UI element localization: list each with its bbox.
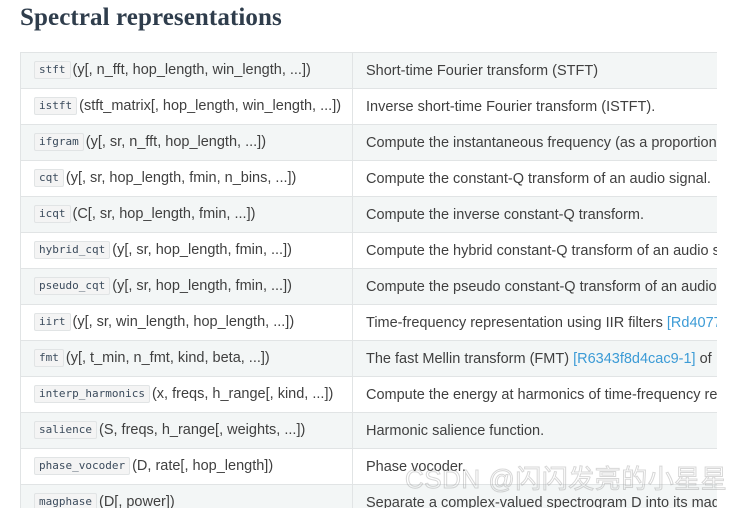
function-table-container: stft (y[, n_fft, hop_length, win_length, … xyxy=(20,52,717,508)
function-name-link[interactable]: hybrid_cqt xyxy=(34,241,111,260)
function-name-link[interactable]: stft xyxy=(34,61,71,80)
description-text: Compute the hybrid constant-Q transform … xyxy=(366,242,717,259)
function-signature-cell: hybrid_cqt (y[, sr, hop_length, fmin, ...… xyxy=(20,232,353,269)
table-row[interactable]: iirt (y[, sr, win_length, hop_length, ...… xyxy=(20,304,717,341)
function-description-cell: Compute the energy at harmonics of time-… xyxy=(352,376,717,413)
function-name-link[interactable]: icqt xyxy=(34,205,71,224)
function-arguments: (stft_matrix[, hop_length, win_length, .… xyxy=(79,98,342,115)
table-row[interactable]: cqt (y[, sr, hop_length, fmin, n_bins, ..… xyxy=(20,160,717,197)
citation-link[interactable]: [R6343f8d4cac9-1] xyxy=(573,351,696,367)
function-description-cell: Compute the pseudo constant-Q transform … xyxy=(352,268,717,305)
table-row[interactable]: phase_vocoder (D, rate[, hop_length]) Phas… xyxy=(20,448,717,485)
function-signature-cell: interp_harmonics (x, freqs, h_range[, kin… xyxy=(20,376,353,413)
description-text: Compute the pseudo constant-Q transform … xyxy=(366,278,717,295)
function-arguments: (x, freqs, h_range[, kind, ...]) xyxy=(151,386,334,403)
function-arguments: (y[, sr, hop_length, fmin, ...]) xyxy=(112,278,292,295)
description-text: Separate a complex-valued spectrogram D … xyxy=(366,494,717,508)
function-signature-cell: pseudo_cqt (y[, sr, hop_length, fmin, ...… xyxy=(20,268,353,305)
function-arguments: (y[, n_fft, hop_length, win_length, ...]… xyxy=(72,62,311,79)
description-text: Inverse short-time Fourier transform (IS… xyxy=(366,98,656,115)
table-row[interactable]: stft (y[, n_fft, hop_length, win_length, … xyxy=(20,52,717,89)
table-row[interactable]: fmt (y[, t_min, n_fmt, kind, beta, ...]) T… xyxy=(20,340,717,377)
function-description-cell: Short-time Fourier transform (STFT) xyxy=(352,52,717,89)
function-description-cell: Compute the hybrid constant-Q transform … xyxy=(352,232,717,269)
table-row[interactable]: pseudo_cqt (y[, sr, hop_length, fmin, ...… xyxy=(20,268,717,305)
function-signature-cell: iirt (y[, sr, win_length, hop_length, ...… xyxy=(20,304,353,341)
function-name-link[interactable]: magphase xyxy=(34,493,97,508)
table-row[interactable]: hybrid_cqt (y[, sr, hop_length, fmin, ...… xyxy=(20,232,717,269)
function-arguments: (S, freqs, h_range[, weights, ...]) xyxy=(98,422,306,439)
description-text: The fast Mellin transform (FMT) xyxy=(366,350,574,367)
function-signature-cell: ifgram (y[, sr, n_fft, hop_length, ...]) xyxy=(20,124,353,161)
function-arguments: (D, rate[, hop_length]) xyxy=(132,458,274,475)
function-name-link[interactable]: fmt xyxy=(34,349,64,368)
function-signature-cell: salience (S, freqs, h_range[, weights, ..… xyxy=(20,412,353,449)
function-arguments: (y[, sr, n_fft, hop_length, ...]) xyxy=(85,134,267,151)
function-signature-cell: fmt (y[, t_min, n_fmt, kind, beta, ...]) xyxy=(20,340,353,377)
function-description-cell: Harmonic salience function. xyxy=(352,412,717,449)
table-row[interactable]: salience (S, freqs, h_range[, weights, ..… xyxy=(20,412,717,449)
description-text: Compute the constant-Q transform of an a… xyxy=(366,170,711,187)
function-name-link[interactable]: phase_vocoder xyxy=(34,457,131,476)
function-name-link[interactable]: salience xyxy=(34,421,97,440)
function-description-cell: Compute the instantaneous frequency (as … xyxy=(352,124,717,161)
description-text: Time-frequency representation using IIR … xyxy=(366,314,667,331)
table-row[interactable]: interp_harmonics (x, freqs, h_range[, kin… xyxy=(20,376,717,413)
function-signature-cell: icqt (C[, sr, hop_length, fmin, ...]) xyxy=(20,196,353,233)
function-name-link[interactable]: cqt xyxy=(34,169,64,188)
function-arguments: (y[, sr, win_length, hop_length, ...]) xyxy=(72,314,295,331)
function-signature-cell: stft (y[, n_fft, hop_length, win_length, … xyxy=(20,52,353,89)
page-title: Spectral representations xyxy=(20,4,282,31)
function-description-cell: Time-frequency representation using IIR … xyxy=(352,304,717,341)
function-description-cell: Compute the inverse constant-Q transform… xyxy=(352,196,717,233)
function-name-link[interactable]: pseudo_cqt xyxy=(34,277,111,296)
function-name-link[interactable]: interp_harmonics xyxy=(34,385,150,404)
table-row[interactable]: ifgram (y[, sr, n_fft, hop_length, ...]) C… xyxy=(20,124,717,161)
description-text: Harmonic salience function. xyxy=(366,422,545,439)
function-arguments: (y[, t_min, n_fmt, kind, beta, ...]) xyxy=(65,350,270,367)
spectral-representations-table: stft (y[, n_fft, hop_length, win_length, … xyxy=(20,52,717,508)
function-description-cell: Inverse short-time Fourier transform (IS… xyxy=(352,88,717,125)
function-name-link[interactable]: iirt xyxy=(34,313,71,332)
function-signature-cell: istft (stft_matrix[, hop_length, win_leng… xyxy=(20,88,353,125)
description-text: Phase vocoder. xyxy=(366,458,466,475)
function-signature-cell: magphase (D[, power]) xyxy=(20,484,353,508)
table-row[interactable]: magphase (D[, power]) Separate a complex-v… xyxy=(20,484,717,508)
function-description-cell: Phase vocoder. xyxy=(352,448,717,485)
citation-link[interactable]: [Rd4077ab91bd1-1] xyxy=(667,315,717,331)
description-text: Compute the instantaneous frequency (as … xyxy=(366,134,717,151)
description-text: Compute the energy at harmonics of time-… xyxy=(366,386,717,403)
table-row[interactable]: istft (stft_matrix[, hop_length, win_leng… xyxy=(20,88,717,125)
function-name-link[interactable]: ifgram xyxy=(34,133,84,152)
function-signature-cell: phase_vocoder (D, rate[, hop_length]) xyxy=(20,448,353,485)
function-arguments: (D[, power]) xyxy=(98,494,175,508)
function-description-cell: Compute the constant-Q transform of an a… xyxy=(352,160,717,197)
function-description-cell: Separate a complex-valued spectrogram D … xyxy=(352,484,717,508)
page-root: Spectral representations stft (y[, n_fft,… xyxy=(0,0,745,508)
function-arguments: (C[, sr, hop_length, fmin, ...]) xyxy=(72,206,256,223)
description-text: Short-time Fourier transform (STFT) xyxy=(366,62,599,79)
table-body: stft (y[, n_fft, hop_length, win_length, … xyxy=(20,52,717,508)
function-description-cell: The fast Mellin transform (FMT) [R6343f8… xyxy=(352,340,717,377)
function-name-link[interactable]: istft xyxy=(34,97,78,116)
table-row[interactable]: icqt (C[, sr, hop_length, fmin, ...]) Comp… xyxy=(20,196,717,233)
function-arguments: (y[, sr, hop_length, fmin, ...]) xyxy=(112,242,292,259)
function-signature-cell: cqt (y[, sr, hop_length, fmin, n_bins, ..… xyxy=(20,160,353,197)
description-text: Compute the inverse constant-Q transform… xyxy=(366,206,645,223)
function-arguments: (y[, sr, hop_length, fmin, n_bins, ...]) xyxy=(65,170,297,187)
description-text-tail: of xyxy=(695,350,712,367)
